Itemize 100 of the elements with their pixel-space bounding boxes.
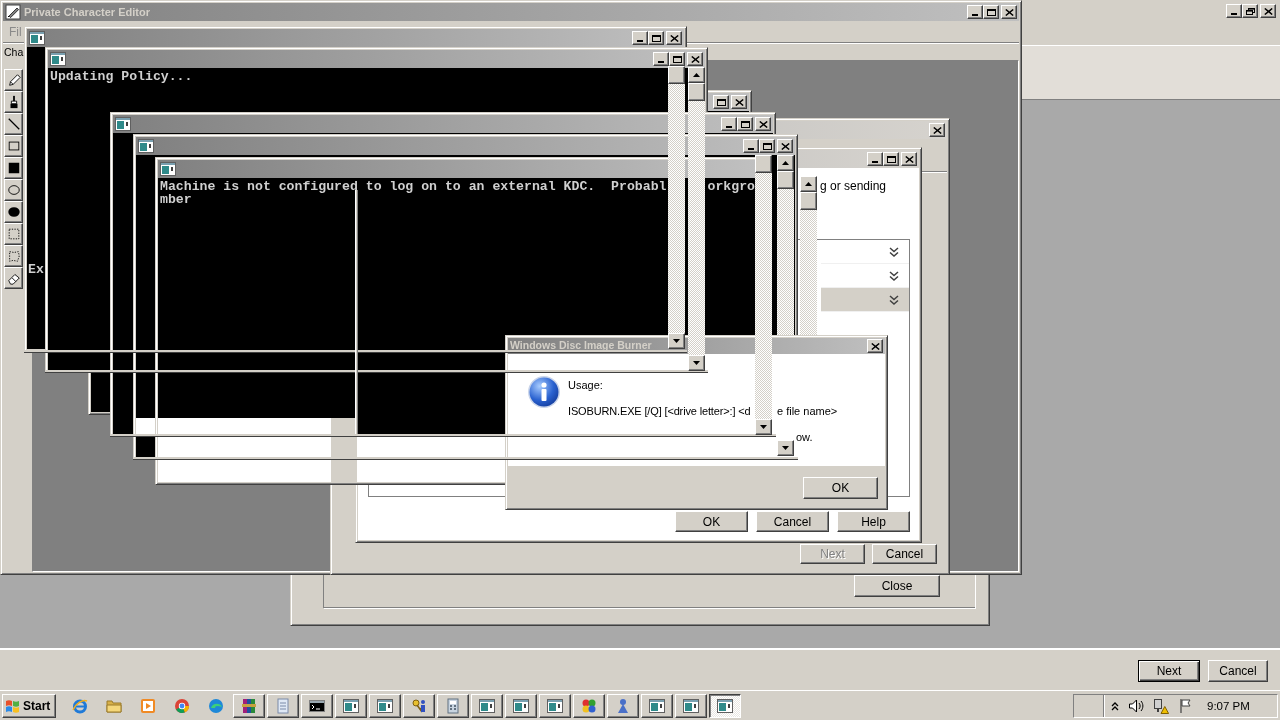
- next-button[interactable]: Next: [1138, 660, 1200, 682]
- close-button[interactable]: [687, 52, 703, 66]
- scrollbar[interactable]: [800, 176, 817, 335]
- browser-icon[interactable]: [174, 697, 190, 714]
- scroll-thumb[interactable]: [668, 66, 685, 84]
- message-text: ow.: [796, 431, 813, 443]
- selection-icon: [6, 227, 21, 241]
- close-button[interactable]: [929, 123, 945, 137]
- cancel-button[interactable]: Cancel: [756, 511, 829, 532]
- speaker-icon[interactable]: [1128, 697, 1144, 714]
- toolbar-label: Cha: [4, 44, 24, 59]
- minimize-button[interactable]: [653, 52, 669, 66]
- scrollbar[interactable]: [777, 155, 794, 335]
- scrollbar[interactable]: [688, 67, 705, 371]
- double-chevron-down-icon: [889, 294, 899, 305]
- scroll-down-button[interactable]: [688, 355, 705, 371]
- filled-rectangle-tool-button[interactable]: [4, 157, 23, 179]
- cancel-button[interactable]: Cancel: [1208, 660, 1268, 682]
- colored-dots-icon: [581, 697, 597, 714]
- close-button[interactable]: [777, 139, 793, 153]
- app-window-icon: [115, 117, 131, 131]
- selection-tool-button[interactable]: [4, 223, 23, 245]
- close-icon: [932, 126, 942, 134]
- restore-icon: [1245, 7, 1255, 15]
- close-button[interactable]: [1260, 4, 1276, 18]
- console-text: orkgro: [707, 180, 755, 193]
- close-button[interactable]: [867, 339, 883, 353]
- help-button[interactable]: Help: [837, 511, 910, 532]
- scrollbar[interactable]: [755, 155, 772, 435]
- message-text: e file name>: [777, 404, 838, 418]
- pencil-tool-button[interactable]: [4, 69, 23, 91]
- scroll-thumb[interactable]: [755, 155, 772, 173]
- minimize-button[interactable]: [721, 117, 737, 131]
- restore-button[interactable]: [1242, 4, 1258, 18]
- close-button[interactable]: [1001, 5, 1017, 19]
- close-icon: [1263, 7, 1273, 15]
- maximize-button[interactable]: [983, 5, 999, 19]
- books-icon: [241, 697, 257, 714]
- cancel-button[interactable]: Cancel: [872, 544, 937, 564]
- console-text: Ex: [28, 263, 44, 276]
- ok-button[interactable]: OK: [803, 477, 878, 499]
- close-icon: [690, 55, 700, 63]
- eraser-icon: [6, 271, 21, 285]
- scroll-down-button[interactable]: [777, 440, 794, 456]
- close-button[interactable]: Close: [854, 575, 940, 597]
- maximize-icon: [762, 142, 772, 150]
- ellipse-tool-button[interactable]: [4, 179, 23, 201]
- ellipse-icon: [6, 183, 21, 197]
- close-button[interactable]: [901, 152, 917, 166]
- app-window-icon: [138, 139, 154, 153]
- scroll-up-button[interactable]: [688, 67, 705, 83]
- scroll-down-button[interactable]: [668, 333, 685, 349]
- close-button[interactable]: [666, 31, 682, 45]
- ok-button[interactable]: OK: [675, 511, 748, 532]
- line-tool-button[interactable]: [4, 113, 23, 135]
- minimize-button[interactable]: [967, 5, 983, 19]
- freeform-selection-tool-button[interactable]: [4, 245, 23, 267]
- maximize-button[interactable]: [737, 117, 753, 131]
- taskbar-button[interactable]: [709, 693, 741, 718]
- app-window-icon: [547, 698, 563, 713]
- scrollbar[interactable]: [668, 66, 685, 349]
- start-button[interactable]: Start: [2, 693, 56, 718]
- brush-tool-button[interactable]: [4, 91, 23, 113]
- scroll-thumb[interactable]: [688, 83, 705, 101]
- app-window-icon: [343, 698, 359, 713]
- maximize-button[interactable]: [669, 52, 685, 66]
- maximize-button[interactable]: [759, 139, 775, 153]
- minimize-button[interactable]: [867, 152, 883, 166]
- filled-ellipse-tool-button[interactable]: [4, 201, 23, 223]
- maximize-button[interactable]: [713, 95, 729, 109]
- line-icon: [6, 117, 21, 131]
- app-window-icon: [683, 698, 699, 713]
- chevron-up-icon[interactable]: [1111, 700, 1119, 711]
- scroll-up-button[interactable]: [800, 176, 817, 192]
- close-button[interactable]: [755, 117, 771, 131]
- console-text: mber: [160, 193, 192, 206]
- scroll-thumb[interactable]: [800, 192, 817, 210]
- maximize-button[interactable]: [648, 31, 664, 45]
- person-icon: [615, 697, 631, 714]
- scroll-thumb[interactable]: [777, 171, 794, 189]
- scroll-up-button[interactable]: [777, 155, 794, 171]
- maximize-icon: [651, 34, 661, 42]
- minimize-button[interactable]: [632, 31, 648, 45]
- maximize-icon: [672, 55, 682, 63]
- rectangle-tool-button[interactable]: [4, 135, 23, 157]
- key-icon: [411, 697, 427, 714]
- close-button[interactable]: [731, 95, 747, 109]
- up-arrow-icon: [693, 73, 700, 77]
- down-arrow-icon: [673, 339, 680, 343]
- minimize-button[interactable]: [1226, 4, 1242, 18]
- flag-icon[interactable]: [1178, 697, 1194, 714]
- minimize-button[interactable]: [743, 139, 759, 153]
- network-warning-icon[interactable]: [1153, 697, 1169, 714]
- scroll-down-button[interactable]: [755, 419, 772, 435]
- filled-rectangle-icon: [6, 161, 21, 175]
- down-arrow-icon: [760, 425, 767, 429]
- maximize-icon: [716, 98, 726, 106]
- browser-icon[interactable]: [72, 697, 88, 714]
- maximize-button[interactable]: [883, 152, 899, 166]
- eraser-tool-button[interactable]: [4, 267, 23, 289]
